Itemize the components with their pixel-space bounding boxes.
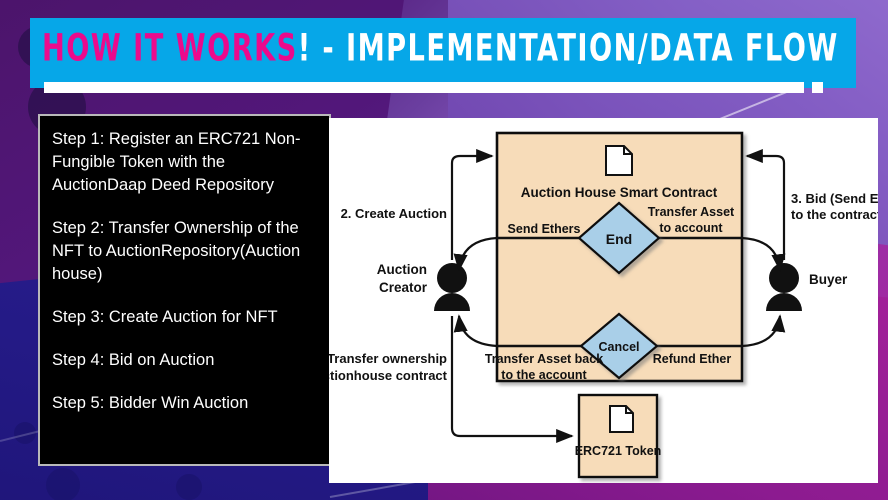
label-refund-ether: Refund Ether (653, 352, 732, 366)
edge-end-to-creator (453, 236, 498, 272)
edge-cancel-to-creator (453, 314, 498, 348)
actor-buyer-label: Buyer (809, 272, 848, 287)
decorative-circle-4 (46, 468, 80, 500)
decision-end-label: End (606, 231, 632, 247)
decision-cancel-label: Cancel (599, 340, 640, 354)
step-item-5: Step 5: Bidder Win Auction (52, 394, 249, 412)
step-item-4: Step 4: Bid on Auction (52, 351, 215, 369)
step-item-2: Step 2: Transfer Ownership of the NFT to… (52, 219, 301, 283)
erc721-token-box: ERC721 Token (575, 393, 662, 479)
label-transfer-ownership-l1: 1. Transfer ownership (329, 351, 447, 366)
page-title: HOW IT WORKS! - IMPLEMENTATION/DATA FLOW (42, 22, 839, 74)
label-send-ethers: Send Ethers (508, 222, 581, 236)
label-bid-l1: 3. Bid (Send Ether (791, 191, 878, 206)
contract-box-title: Auction House Smart Contract (521, 185, 718, 200)
diagram-panel: Auction House Smart Contract End Cancel … (329, 118, 878, 483)
step-item-1: Step 1: Register an ERC721 Non-Fungible … (52, 130, 301, 194)
label-transfer-back-l1: Transfer Asset back (485, 352, 603, 366)
label-transfer-asset-l2: to account (659, 221, 723, 235)
slide-root: HOW IT WORKS! - IMPLEMENTATION/DATA FLOW… (0, 0, 888, 500)
actor-buyer (766, 263, 802, 311)
label-create-auction: 2. Create Auction (341, 206, 447, 221)
dataflow-diagram: Auction House Smart Contract End Cancel … (329, 131, 878, 479)
edge-cancel-to-buyer (741, 314, 786, 348)
actor-auction-creator-label-l2: Creator (379, 280, 428, 295)
actor-auction-creator (434, 263, 470, 311)
decorative-circle-5 (176, 474, 202, 500)
steps-panel: Step 1: Register an ERC721 Non-Fungible … (38, 114, 331, 466)
label-transfer-asset-l1: Transfer Asset (648, 205, 735, 219)
page-title-pink: HOW IT WORKS (42, 25, 298, 70)
label-transfer-back-l2: to the account (501, 368, 587, 382)
document-icon-contract (605, 145, 633, 176)
title-underline-square (812, 82, 823, 93)
step-item-3: Step 3: Create Auction for NFT (52, 308, 278, 326)
label-transfer-ownership-l2: to auctionhouse contract (329, 368, 448, 383)
label-bid-l2: to the contract) (791, 207, 878, 222)
erc721-token-label: ERC721 Token (575, 444, 662, 458)
edge-end-to-buyer (741, 236, 786, 272)
actor-auction-creator-label-l1: Auction (377, 262, 427, 277)
page-title-white: ! - IMPLEMENTATION/DATA FLOW (297, 25, 839, 70)
title-underline-bar (44, 82, 804, 93)
title-banner: HOW IT WORKS! - IMPLEMENTATION/DATA FLOW (30, 18, 856, 93)
